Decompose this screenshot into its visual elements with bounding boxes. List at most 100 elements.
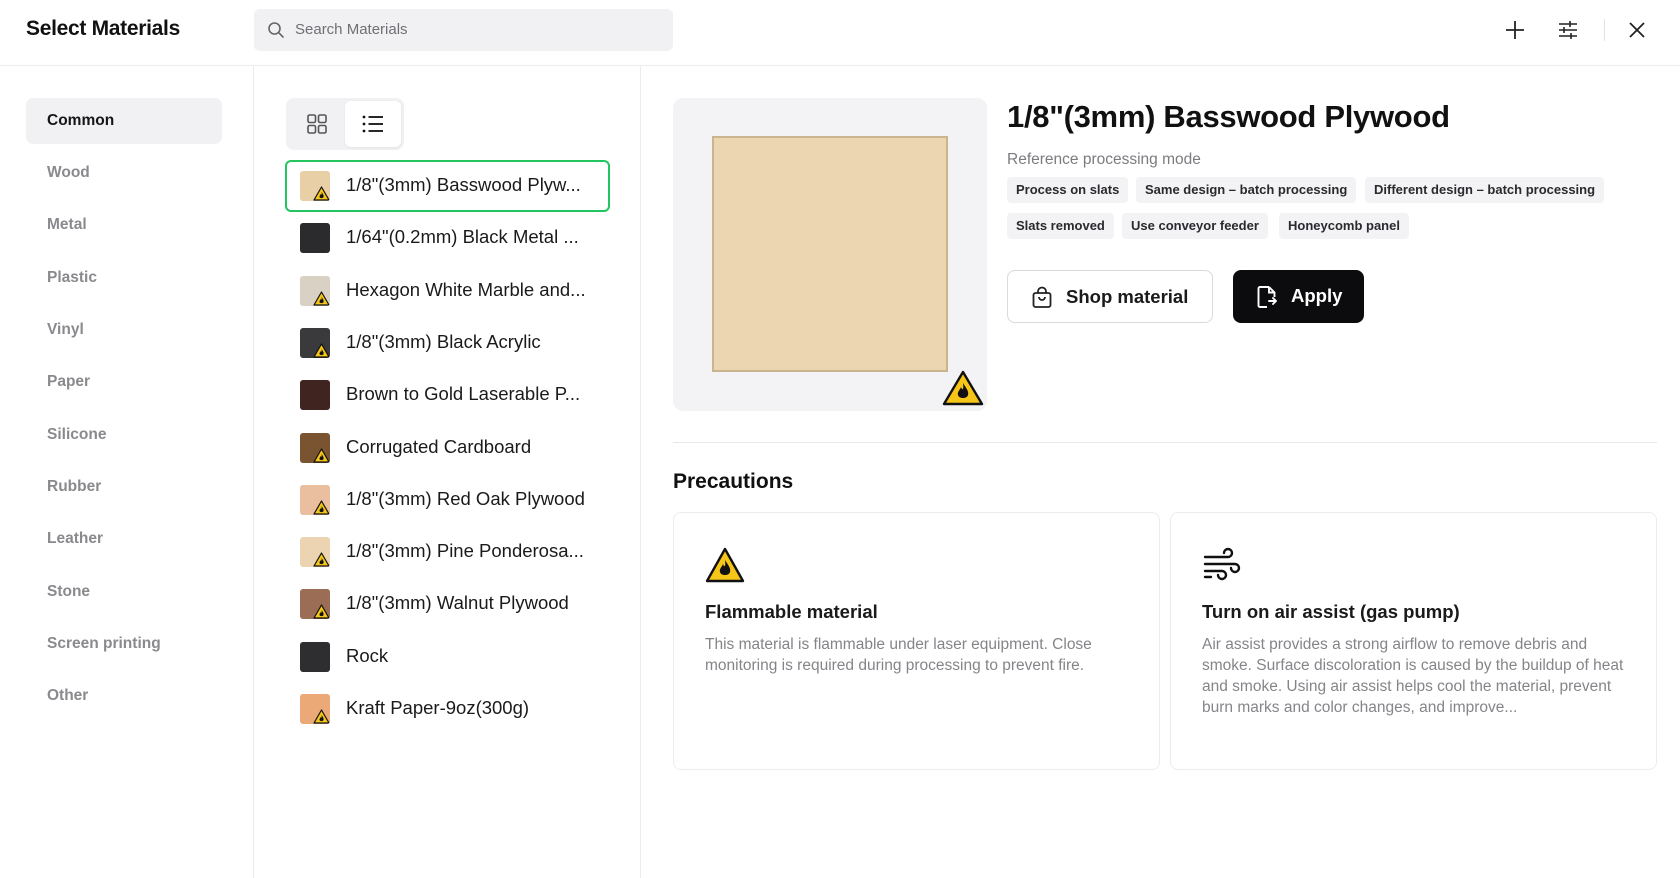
precaution-title: Turn on air assist (gas pump): [1202, 601, 1460, 622]
category-screen-printing[interactable]: Screen printing: [26, 621, 222, 667]
tag-different-design-batch: Different design – batch processing: [1365, 177, 1605, 203]
category-paper[interactable]: Paper: [26, 359, 222, 405]
search-placeholder: Search Materials: [295, 21, 408, 38]
tag-process-on-slats: Process on slats: [1007, 177, 1129, 203]
material-name: 1/8"(3mm) Pine Ponderosa...: [346, 540, 584, 562]
material-title: 1/8"(3mm) Basswood Plywood: [1007, 99, 1450, 134]
flammable-badge-icon: [313, 343, 330, 358]
material-list-item[interactable]: 1/8"(3mm) Walnut Plywood: [285, 578, 610, 630]
page-title: Select Materials: [26, 17, 180, 40]
material-name: 1/8"(3mm) Walnut Plywood: [346, 592, 569, 614]
flammable-warning-icon: [942, 370, 984, 406]
material-swatch: [300, 641, 330, 672]
category-metal[interactable]: Metal: [26, 202, 222, 248]
category-stone[interactable]: Stone: [26, 569, 222, 615]
shop-material-button[interactable]: Shop material: [1007, 270, 1213, 323]
category-other[interactable]: Other: [26, 673, 222, 719]
precaution-description: This material is flammable under laser e…: [705, 636, 1092, 674]
grid-view-button[interactable]: [289, 101, 345, 147]
material-name: Brown to Gold Laserable P...: [346, 383, 581, 405]
material-name: 1/8"(3mm) Black Acrylic: [346, 330, 541, 352]
list-icon: [362, 115, 383, 133]
material-list-item[interactable]: 1/8"(3mm) Red Oak Plywood: [285, 474, 610, 526]
material-list-item[interactable]: Corrugated Cardboard: [285, 422, 610, 474]
material-thumbnail: [300, 223, 330, 254]
sliders-icon: [1559, 21, 1577, 39]
tag-conveyor-feeder: Use conveyor feeder: [1122, 213, 1268, 239]
category-common[interactable]: Common: [26, 98, 222, 144]
flammable-badge-icon: [313, 604, 330, 619]
tag-slats-removed: Slats removed: [1007, 213, 1114, 239]
material-thumbnail: [300, 484, 330, 515]
apply-label: Apply: [1291, 285, 1343, 306]
material-thumbnail: [300, 432, 330, 463]
category-rubber[interactable]: Rubber: [26, 464, 222, 510]
material-list-item[interactable]: 1/64"(0.2mm) Black Metal ...: [285, 212, 610, 264]
material-preview: [673, 98, 987, 411]
material-list-item[interactable]: 1/8"(3mm) Black Acrylic: [285, 317, 610, 369]
material-thumbnail: [300, 589, 330, 620]
material-thumbnail: [300, 537, 330, 568]
category-plastic[interactable]: Plastic: [26, 255, 222, 301]
category-sidebar: Common Wood Metal Plastic Vinyl Paper Si…: [0, 66, 254, 878]
material-thumbnail: [300, 327, 330, 358]
precaution-card-air-assist: Turn on air assist (gas pump) Air assist…: [1170, 512, 1657, 770]
category-leather[interactable]: Leather: [26, 516, 222, 562]
material-name: Hexagon White Marble and...: [346, 278, 586, 300]
material-list-item[interactable]: Hexagon White Marble and...: [285, 265, 610, 317]
plus-icon: [1506, 21, 1524, 39]
category-vinyl[interactable]: Vinyl: [26, 307, 222, 353]
section-divider: [673, 442, 1657, 443]
material-thumbnail: [300, 171, 330, 201]
material-detail-panel: 1/8"(3mm) Basswood Plywood Reference pro…: [641, 66, 1680, 878]
flammable-badge-icon: [313, 709, 330, 724]
flammable-badge-icon: [313, 447, 330, 463]
flammable-badge-icon: [313, 500, 330, 515]
header-bar: Select Materials Search Materials: [0, 0, 1680, 66]
close-icon: [1629, 22, 1645, 38]
tag-honeycomb-panel: Honeycomb panel: [1279, 213, 1409, 239]
material-name: Kraft Paper-9oz(300g): [346, 697, 530, 718]
shop-material-label: Shop material: [1066, 286, 1189, 307]
material-thumbnail: [300, 380, 330, 411]
material-list-item[interactable]: Kraft Paper-9oz(300g): [285, 683, 610, 735]
search-input[interactable]: Search Materials: [254, 9, 673, 51]
apply-document-icon: [1257, 286, 1277, 308]
settings-button[interactable]: [1554, 16, 1582, 44]
material-thumbnail: [300, 641, 330, 672]
material-list-item[interactable]: Brown to Gold Laserable P...: [285, 369, 610, 421]
shopping-bag-icon: [1032, 286, 1052, 308]
material-name: 1/8"(3mm) Basswood Plyw...: [346, 174, 581, 195]
flammable-badge-icon: [313, 552, 330, 567]
material-list-panel: 1/8"(3mm) Basswood Plyw... 1/64"(0.2mm) B…: [254, 66, 641, 878]
add-button[interactable]: [1501, 16, 1529, 44]
processing-mode-label: Reference processing mode: [1007, 151, 1201, 168]
material-thumbnail: [300, 275, 330, 306]
material-swatch: [300, 380, 330, 411]
material-list-item[interactable]: Rock: [285, 631, 610, 683]
flammable-warning-icon: [705, 547, 745, 583]
material-list-item[interactable]: 1/8"(3mm) Basswood Plyw...: [285, 160, 610, 212]
category-silicone[interactable]: Silicone: [26, 412, 222, 458]
material-list-item[interactable]: 1/8"(3mm) Pine Ponderosa...: [285, 526, 610, 578]
flammable-badge-icon: [313, 186, 330, 201]
material-name: 1/8"(3mm) Red Oak Plywood: [346, 487, 585, 509]
list-view-button[interactable]: [345, 101, 401, 147]
material-name: Rock: [346, 644, 389, 666]
precautions-title: Precautions: [673, 470, 794, 493]
search-icon: [268, 22, 284, 38]
grid-icon: [307, 114, 327, 134]
material-thumbnail: [300, 694, 330, 724]
precaution-card-flammable: Flammable material This material is flam…: [673, 512, 1160, 770]
apply-button[interactable]: Apply: [1233, 270, 1364, 323]
material-swatch: [300, 223, 330, 254]
air-assist-icon: [1203, 547, 1241, 581]
header-divider: [1604, 19, 1605, 41]
close-button[interactable]: [1623, 16, 1651, 44]
precaution-description: Air assist provides a strong airflow to …: [1202, 636, 1624, 716]
material-name: 1/64"(0.2mm) Black Metal ...: [346, 226, 579, 248]
flammable-badge-icon: [313, 290, 330, 306]
precaution-title: Flammable material: [705, 601, 878, 622]
category-wood[interactable]: Wood: [26, 150, 222, 196]
material-name: Corrugated Cardboard: [346, 435, 532, 457]
